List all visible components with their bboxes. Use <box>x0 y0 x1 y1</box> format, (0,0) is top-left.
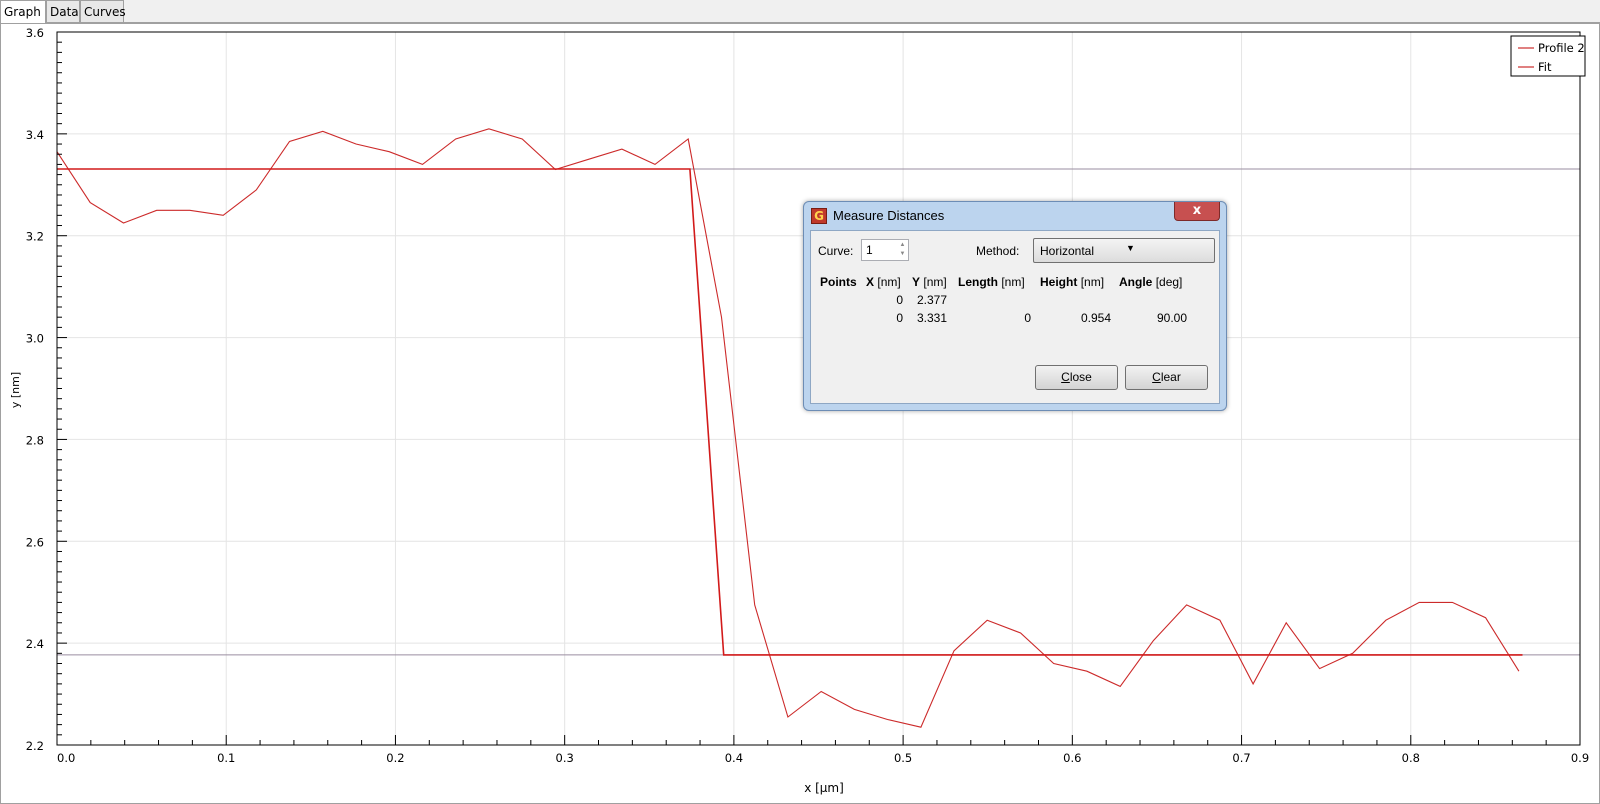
x-tick-label: 0.2 <box>386 751 404 765</box>
x-tick-label: 0.4 <box>725 751 743 765</box>
y-tick-label: 2.8 <box>26 433 44 447</box>
y-tick-label: 3.0 <box>26 332 44 346</box>
header-y-unit: [nm] <box>923 275 947 289</box>
dialog-title: Measure Distances <box>833 208 945 223</box>
clear-button[interactable]: Clear <box>1125 365 1208 390</box>
header-x-name: X <box>866 275 875 289</box>
legend: Profile 2 Fit <box>1510 35 1586 77</box>
curve-value: 1 <box>866 243 873 257</box>
clear-button-rest: lear <box>1160 370 1181 384</box>
x-tick-label: 0.0 <box>57 751 75 765</box>
series-layer <box>56 128 1523 728</box>
y-tick-label: 3.4 <box>26 128 44 142</box>
measure-distances-dialog[interactable]: G Measure Distances x Curve: 1 ▲ ▼ Metho… <box>803 201 1227 411</box>
close-button[interactable]: Close <box>1035 365 1118 390</box>
row1-x: 0 <box>896 293 903 307</box>
series-profile-2 <box>56 128 1520 728</box>
y-tick-label: 2.2 <box>26 739 44 753</box>
header-angle-unit: [deg] <box>1155 275 1183 289</box>
close-button-mnemonic: C <box>1061 370 1070 384</box>
curve-spinbox[interactable]: 1 ▲ ▼ <box>861 239 909 261</box>
dropdown-arrow-icon: ▼ <box>1126 243 1135 253</box>
y-tick-label: 3.2 <box>26 230 44 244</box>
header-height-name: Height <box>1040 275 1078 289</box>
y-tick-label: 3.6 <box>26 26 44 40</box>
curve-label: Curve: <box>818 244 854 258</box>
header-points-name: Points <box>820 275 857 289</box>
method-label: Method: <box>976 244 1020 258</box>
x-tick-label: 0.9 <box>1571 751 1589 765</box>
row2-length: 0 <box>1024 311 1031 325</box>
header-x: X [nm] <box>866 275 901 289</box>
y-tick-label: 2.4 <box>26 637 44 651</box>
spin-down-icon[interactable]: ▼ <box>898 250 907 259</box>
row1-y: 2.377 <box>917 293 948 307</box>
series-fit <box>57 168 1523 656</box>
tab-graph[interactable]: Graph <box>0 0 46 23</box>
x-tick-label: 0.6 <box>1063 751 1081 765</box>
header-y: Y [nm] <box>912 275 947 289</box>
header-y-name: Y <box>912 275 921 289</box>
method-dropdown[interactable]: Horizontal ▼ <box>1033 238 1215 263</box>
x-tick-label: 0.1 <box>217 751 235 765</box>
x-tick-label: 0.5 <box>894 751 912 765</box>
x-tick-label: 0.7 <box>1232 751 1250 765</box>
y-tick-label: 2.6 <box>26 535 44 549</box>
app-icon: G <box>811 208 827 224</box>
header-points: Points <box>820 275 857 289</box>
dialog-close-icon[interactable]: x <box>1174 202 1220 221</box>
header-length: Length [nm] <box>958 275 1025 289</box>
legend-label-profile: Profile 2 <box>1538 41 1585 55</box>
header-height-unit: [nm] <box>1080 275 1105 289</box>
legend-label-fit: Fit <box>1538 60 1552 74</box>
tab-curves[interactable]: Curves <box>80 0 126 22</box>
header-length-unit: [nm] <box>1001 275 1025 289</box>
row2-height: 0.954 <box>1080 311 1111 325</box>
header-angle: Angle [deg] <box>1119 275 1182 289</box>
header-x-unit: [nm] <box>877 275 901 289</box>
x-tick-label: 0.3 <box>556 751 574 765</box>
graph-plot[interactable]: 0.0 0.1 0.2 0.3 0.4 0.5 0.6 0.7 0.8 0.9 2.2 2.4 2.6 2… <box>0 23 1600 804</box>
header-height: Height [nm] <box>1040 275 1104 289</box>
clear-button-mnemonic: C <box>1152 370 1161 384</box>
method-value: Horizontal <box>1040 244 1095 258</box>
row2-x: 0 <box>896 311 903 325</box>
tab-data[interactable]: Data <box>46 0 80 22</box>
x-tick-label: 0.8 <box>1402 751 1420 765</box>
spin-up-icon[interactable]: ▲ <box>898 241 907 250</box>
row2-angle: 90.00 <box>1156 311 1187 325</box>
header-angle-name: Angle <box>1119 275 1153 289</box>
dialog-title-bar[interactable]: G Measure Distances x <box>804 202 1226 230</box>
dialog-body: Curve: 1 ▲ ▼ Method: Horizontal ▼ Points… <box>810 230 1220 404</box>
row2-y: 3.331 <box>917 311 948 325</box>
header-length-name: Length <box>958 275 998 289</box>
tab-bar: Graph Data Curves <box>0 0 1600 23</box>
y-axis-label: y [nm] <box>9 372 22 408</box>
x-axis-label: x [µm] <box>804 781 844 795</box>
close-button-rest: lose <box>1069 370 1092 384</box>
